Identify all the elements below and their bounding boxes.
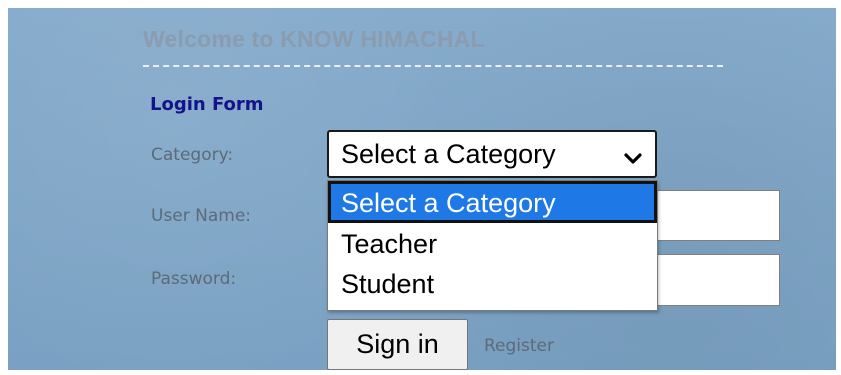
chevron-down-icon [623,145,643,165]
password-label: Password: [151,269,237,289]
category-select-value: Select a Category [341,138,556,169]
category-label: Category: [151,145,234,165]
category-option-select[interactable]: Select a Category [328,181,657,223]
password-field[interactable] [650,254,780,306]
category-select[interactable]: Select a Category [327,130,657,178]
dashed-divider [143,65,723,67]
login-form-title: Login Form [150,94,264,115]
category-dropdown-list: Select a Category Teacher Student [327,180,658,311]
register-link[interactable]: Register [484,336,554,356]
username-label: User Name: [151,206,252,226]
username-field[interactable] [650,190,780,241]
welcome-heading: Welcome to KNOW HIMACHAL [143,26,485,52]
category-option-teacher[interactable]: Teacher [328,226,657,262]
category-option-student[interactable]: Student [328,265,657,303]
signin-button[interactable]: Sign in [327,319,468,370]
